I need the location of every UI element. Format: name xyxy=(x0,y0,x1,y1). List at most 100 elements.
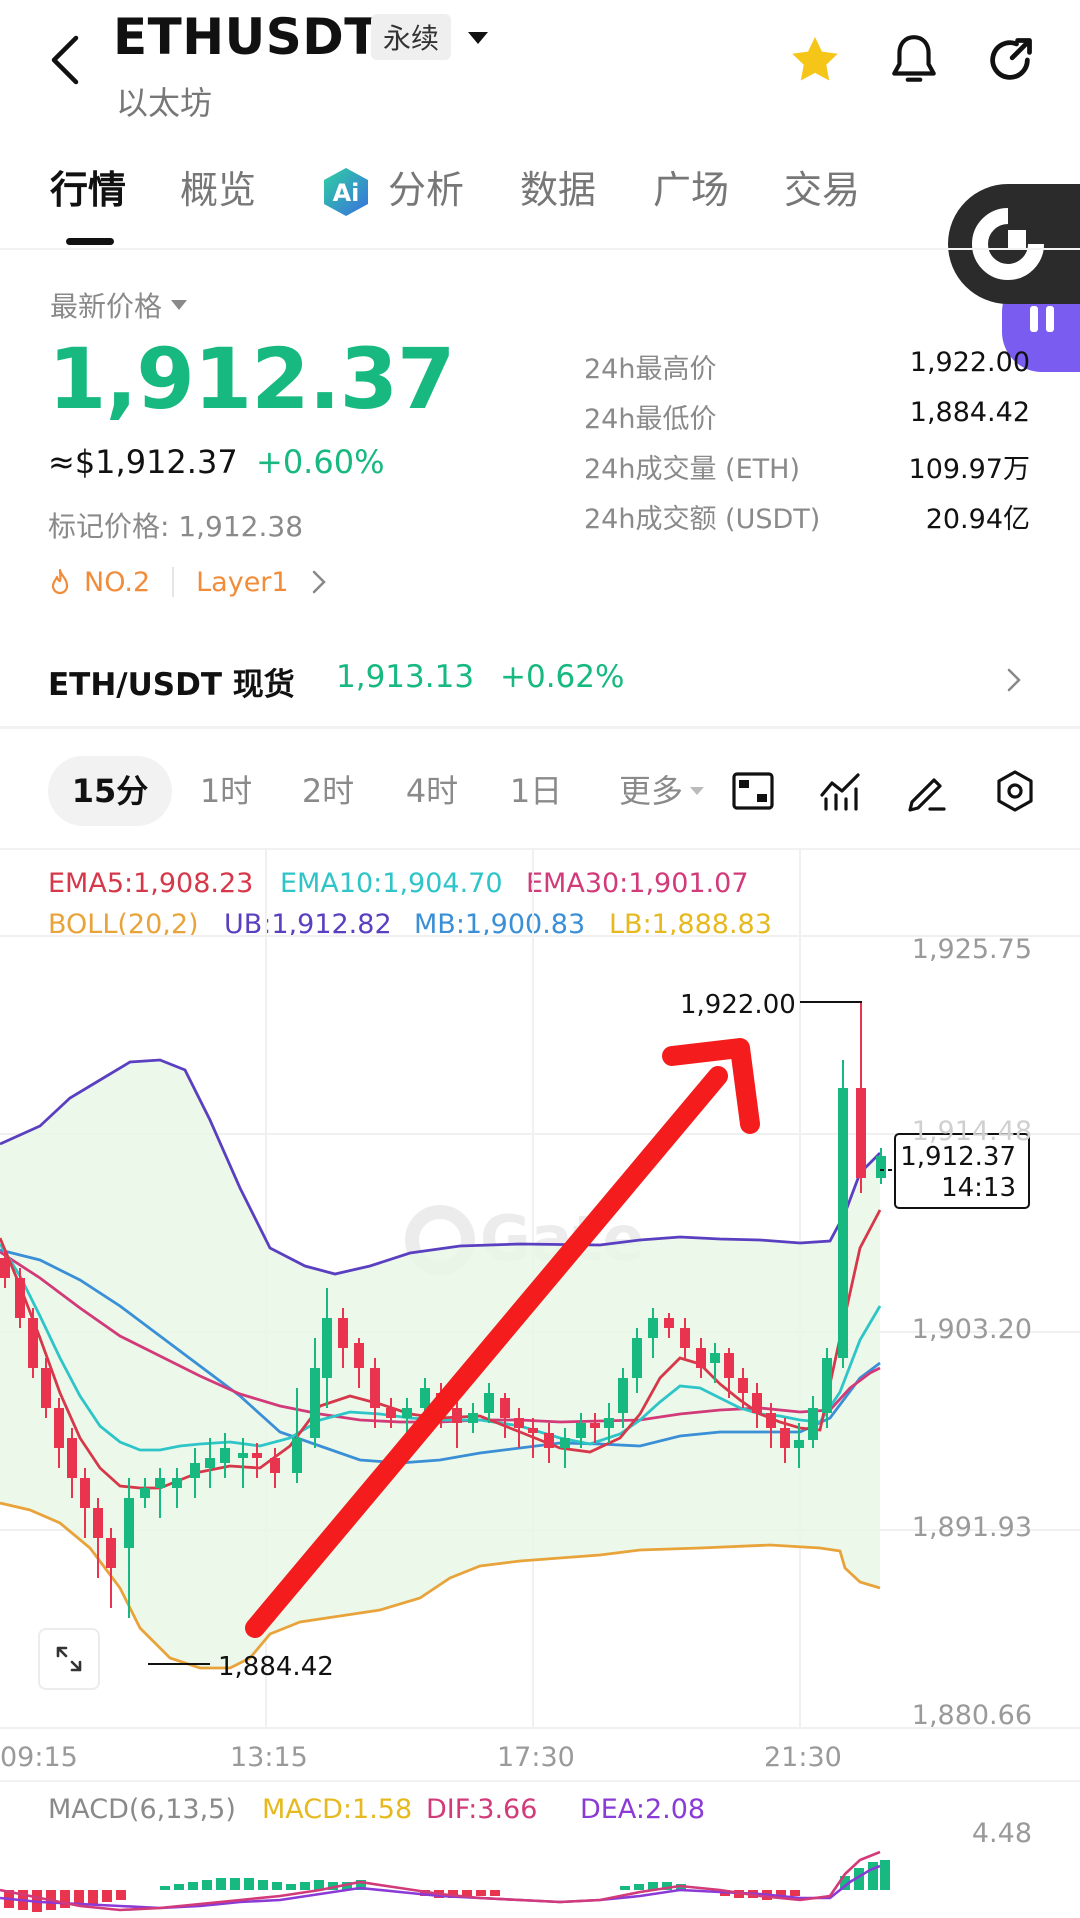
stat-label-turnover: 24h成交额 (USDT) xyxy=(584,504,821,535)
macd-bar xyxy=(620,1886,630,1890)
timeframe-4h[interactable]: 4时 xyxy=(396,756,468,826)
candlestick-chart[interactable]: Gate 1,922.00 1,884.42 1,912.37 14:13 xyxy=(0,848,1080,1748)
chevron-right-icon xyxy=(1007,668,1021,692)
candle-body xyxy=(514,1418,524,1428)
category-tag: Layer1 xyxy=(196,566,289,598)
mark-price: 标记价格: 1,912.38 xyxy=(48,510,304,543)
caret-down-icon xyxy=(171,300,188,310)
candle-body xyxy=(544,1433,554,1448)
timeframe-2h[interactable]: 2时 xyxy=(292,756,364,826)
expand-chart-button[interactable] xyxy=(38,1628,100,1690)
candle-body xyxy=(766,1413,776,1428)
tab-data[interactable]: 数据 xyxy=(520,160,596,220)
candle-body xyxy=(648,1318,658,1338)
tab-trade[interactable]: 交易 xyxy=(784,160,860,220)
x-axis-tick: 21:30 xyxy=(764,1742,842,1773)
spot-market-row[interactable]: ETH/USDT 现货 1,913.13 +0.62% xyxy=(0,645,1080,715)
macd-bar xyxy=(230,1878,240,1890)
stat-value-volume: 109.97万 xyxy=(908,454,1030,485)
candle-body xyxy=(402,1408,412,1418)
dea-legend: DEA:2.08 xyxy=(580,1794,706,1825)
low-marker-label: 1,884.42 xyxy=(218,1652,334,1682)
y-axis-tick: 1,880.66 xyxy=(911,1700,1032,1731)
flame-icon xyxy=(51,568,69,595)
timeframe-1d[interactable]: 1日 xyxy=(500,756,572,826)
spot-divider xyxy=(0,726,1080,729)
page-title[interactable]: ETHUSDT xyxy=(113,8,379,66)
tab-square[interactable]: 广场 xyxy=(653,160,729,220)
candle-body xyxy=(28,1318,38,1368)
timeframe-more-label: 更多 xyxy=(618,772,683,810)
candle-body xyxy=(794,1440,804,1448)
candle-body xyxy=(724,1353,734,1378)
macd-bar xyxy=(160,1886,170,1890)
tab-overview[interactable]: 概览 xyxy=(180,160,256,220)
tab-analysis[interactable]: 分析 xyxy=(388,160,464,220)
chart-layout-icon[interactable] xyxy=(726,764,780,818)
floating-gate-button[interactable] xyxy=(948,184,1080,304)
share-icon[interactable] xyxy=(980,30,1040,90)
candle-body xyxy=(468,1413,478,1423)
macd-bar xyxy=(634,1884,644,1890)
bell-icon[interactable] xyxy=(884,30,944,90)
stat-label-high: 24h最高价 xyxy=(584,354,717,385)
tags-row[interactable]: NO.2 Layer1 xyxy=(48,562,327,602)
spot-price: 1,913.13 xyxy=(336,659,475,695)
chevron-down-icon[interactable] xyxy=(460,22,496,54)
candle-body xyxy=(838,1088,848,1358)
macd-bar xyxy=(216,1878,226,1890)
y-axis-tick: 1,914.48 xyxy=(911,1116,1032,1147)
macd-bar xyxy=(244,1878,254,1890)
candle-body xyxy=(106,1538,116,1568)
macd-histogram xyxy=(4,1860,890,1912)
candle-body xyxy=(155,1478,165,1488)
candle-body xyxy=(67,1438,77,1478)
macd-bar xyxy=(174,1884,184,1890)
macd-bar xyxy=(272,1882,282,1890)
tab-market[interactable]: 行情 xyxy=(50,160,126,220)
stat-value-low: 1,884.42 xyxy=(909,397,1030,428)
candle-body xyxy=(54,1408,64,1448)
candle-body xyxy=(124,1498,134,1548)
macd-bar xyxy=(790,1890,800,1896)
timeframe-more[interactable]: 更多 xyxy=(604,756,720,826)
candle-body xyxy=(310,1368,320,1438)
candle-body xyxy=(252,1453,262,1458)
caret-down-icon xyxy=(690,787,704,795)
candle-body xyxy=(238,1453,248,1458)
candle-body xyxy=(780,1428,790,1448)
macd-bar xyxy=(286,1884,296,1890)
timeframe-1h[interactable]: 1时 xyxy=(190,756,262,826)
ai-logo-icon: Ai xyxy=(320,166,372,218)
contract-type-badge[interactable]: 永续 xyxy=(371,14,451,60)
macd-value-legend: MACD:1.58 xyxy=(262,1794,413,1825)
asset-name: 以太坊 xyxy=(116,84,213,122)
chart-settings-icon[interactable] xyxy=(988,764,1042,818)
macd-chart xyxy=(0,1850,890,1912)
candle-body xyxy=(370,1368,380,1408)
change-percent: +0.60% xyxy=(256,443,385,481)
star-icon[interactable] xyxy=(787,32,843,88)
candle-body xyxy=(696,1348,706,1368)
candle-body xyxy=(386,1408,396,1418)
macd-bar xyxy=(188,1882,198,1890)
dif-legend: DIF:3.66 xyxy=(426,1794,538,1825)
candle-body xyxy=(590,1423,600,1428)
latest-price-label[interactable]: 最新价格 xyxy=(50,285,188,325)
macd-bar xyxy=(102,1890,112,1902)
timeframe-15m[interactable]: 15分 xyxy=(48,756,172,826)
draw-tool-icon[interactable] xyxy=(900,764,954,818)
candle-body xyxy=(205,1458,215,1468)
candle-body xyxy=(528,1428,538,1433)
back-icon[interactable] xyxy=(40,28,90,92)
stat-value-high: 1,922.00 xyxy=(909,347,1030,378)
macd-bar xyxy=(880,1860,890,1890)
candle-body xyxy=(664,1318,674,1328)
indicator-icon[interactable] xyxy=(814,764,868,818)
rank-tag: NO.2 xyxy=(84,566,151,598)
high-marker-label: 1,922.00 xyxy=(680,990,796,1020)
candle-body xyxy=(338,1318,348,1348)
candle-body xyxy=(80,1478,90,1508)
candle-body xyxy=(876,1156,886,1178)
candle-body xyxy=(15,1278,25,1318)
